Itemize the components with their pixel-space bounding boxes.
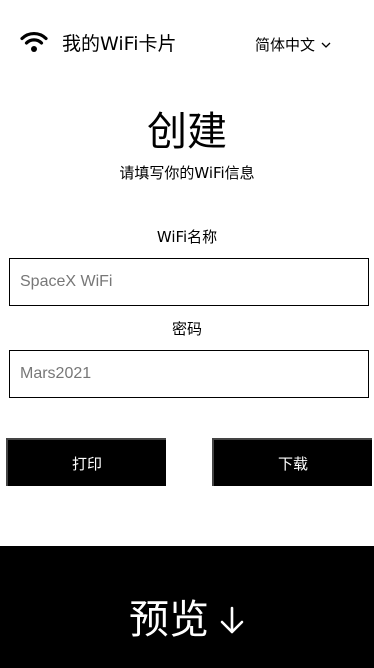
preview-button[interactable]: 预览 [0, 546, 374, 668]
chevron-down-icon [321, 42, 331, 48]
password-input[interactable] [9, 350, 369, 398]
header: 我的WiFi卡片 简体中文 [0, 0, 374, 90]
page-subtitle: 请填写你的WiFi信息 [119, 164, 255, 182]
password-label: 密码 [171, 320, 202, 338]
print-button[interactable]: 打印 [6, 438, 166, 486]
ssid-input[interactable] [9, 258, 369, 306]
ssid-label: WiFi名称 [156, 228, 218, 246]
page-title: 创建 [147, 109, 227, 155]
language-select-label: 简体中文 [255, 36, 316, 54]
arrow-down-icon [220, 606, 244, 634]
preview-label: 预览 [129, 597, 209, 643]
wifi-card-page: 我的WiFi卡片 简体中文 创建 请填写你的WiFi信息 WiFi名称 密码 打… [0, 0, 374, 668]
download-button[interactable]: 下载 [212, 438, 372, 486]
language-select[interactable]: 简体中文 [255, 34, 331, 56]
wifi-icon [20, 31, 48, 52]
app-title: 我的WiFi卡片 [62, 33, 177, 55]
